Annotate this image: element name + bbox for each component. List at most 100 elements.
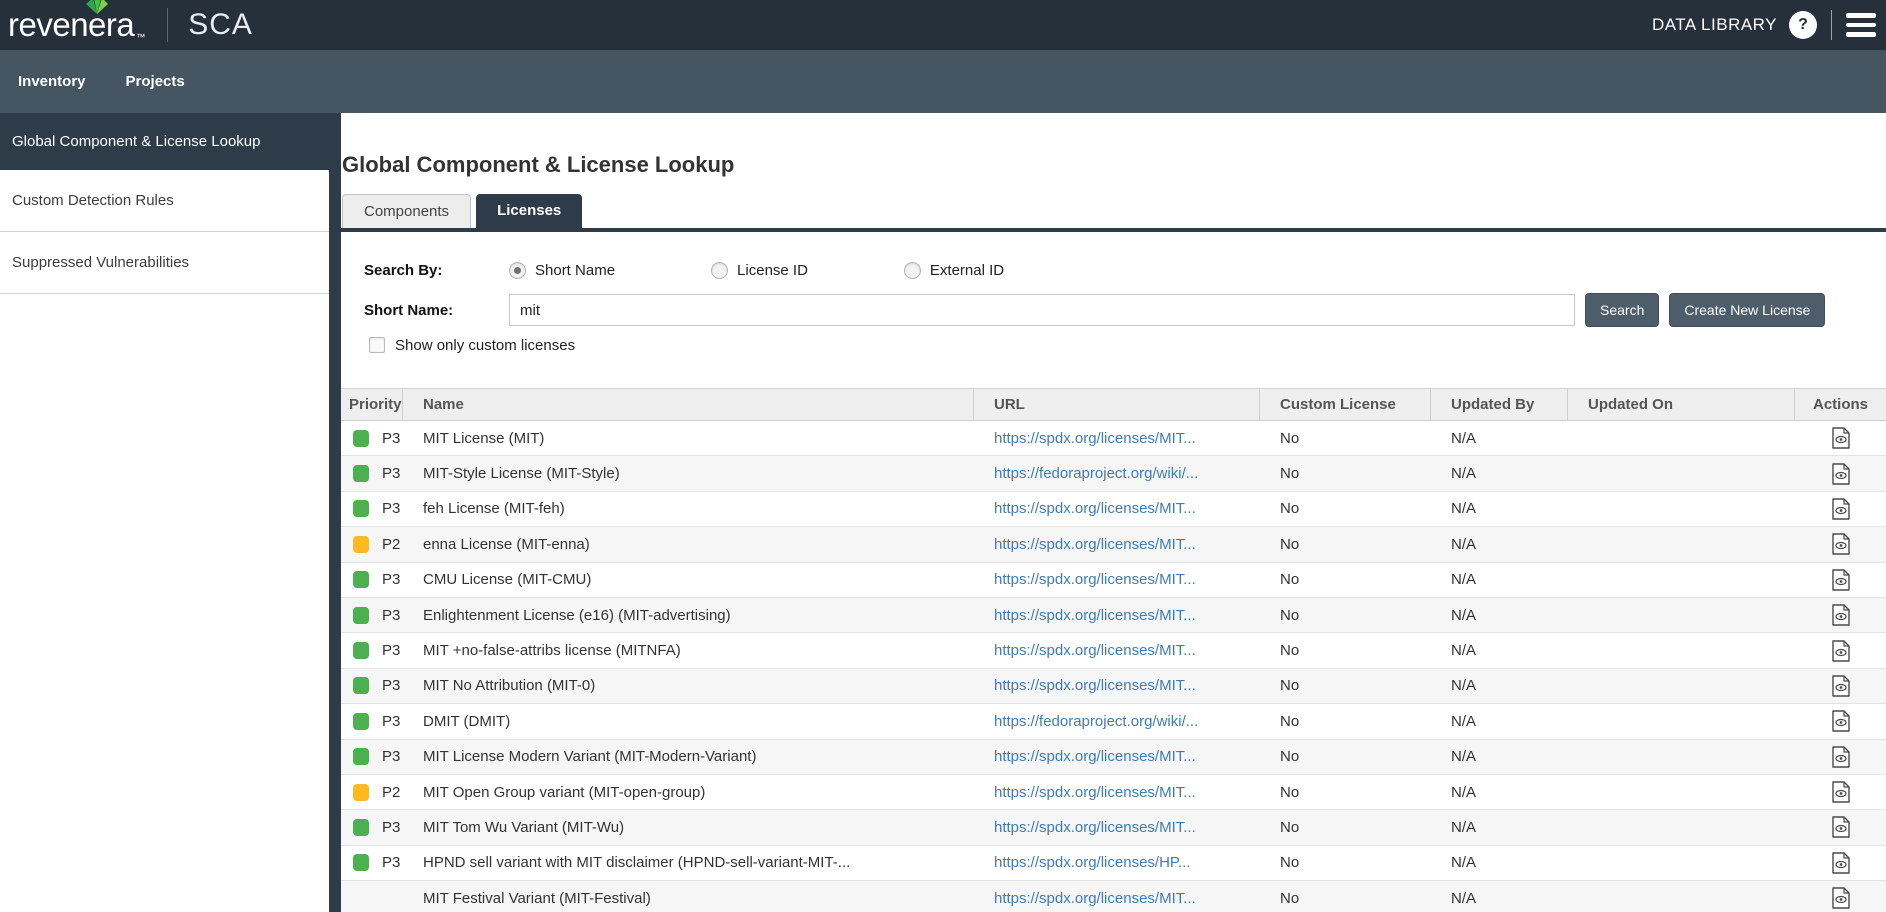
updated-by-cell: N/A [1431, 819, 1568, 836]
tab-licenses[interactable]: Licenses [476, 194, 582, 228]
updated-by-cell: N/A [1431, 890, 1568, 907]
search-button[interactable]: Search [1585, 293, 1659, 327]
priority-badge [353, 819, 369, 836]
show-only-custom-checkbox[interactable] [369, 337, 385, 353]
custom-license-cell: No [1260, 890, 1431, 907]
topbar-divider [1831, 10, 1832, 40]
column-header-name: Name [403, 389, 974, 420]
view-license-icon[interactable] [1832, 710, 1850, 732]
data-library-link[interactable]: DATA LIBRARY [1652, 15, 1777, 35]
radio-circle-icon[interactable] [904, 262, 921, 279]
view-license-icon[interactable] [1832, 533, 1850, 555]
license-url-link[interactable]: https://spdx.org/licenses/MIT... [994, 500, 1196, 517]
main-nav: Inventory Projects [0, 50, 1886, 113]
url-cell: https://spdx.org/licenses/MIT... [974, 500, 1260, 517]
view-license-icon[interactable] [1832, 887, 1850, 909]
view-license-icon[interactable] [1832, 427, 1850, 449]
table-row: P3MIT +no-false-attribs license (MITNFA)… [341, 633, 1886, 668]
licenses-table: PriorityNameURLCustom LicenseUpdated ByU… [341, 388, 1886, 912]
license-url-link[interactable]: https://spdx.org/licenses/MIT... [994, 784, 1196, 801]
view-license-icon[interactable] [1832, 675, 1850, 697]
actions-cell [1795, 640, 1886, 662]
nav-item-inventory[interactable]: Inventory [18, 73, 86, 90]
view-license-icon[interactable] [1832, 852, 1850, 874]
url-cell: https://spdx.org/licenses/MIT... [974, 890, 1260, 907]
url-cell: https://fedoraproject.org/wiki/... [974, 465, 1260, 482]
priority-cell: P3 [341, 430, 403, 447]
license-url-link[interactable]: https://spdx.org/licenses/MIT... [994, 571, 1196, 588]
table-row: P2enna License (MIT-enna)https://spdx.or… [341, 527, 1886, 562]
view-license-icon[interactable] [1832, 781, 1850, 803]
license-url-link[interactable]: https://spdx.org/licenses/MIT... [994, 642, 1196, 659]
revenera-logo: revenera ™ [8, 2, 145, 48]
actions-cell [1795, 675, 1886, 697]
nav-item-projects[interactable]: Projects [126, 73, 185, 90]
radio-circle-icon[interactable] [711, 262, 728, 279]
view-license-icon[interactable] [1832, 463, 1850, 485]
view-license-icon[interactable] [1832, 604, 1850, 626]
table-row: P2MIT Open Group variant (MIT-open-group… [341, 775, 1886, 810]
tab-bar: ComponentsLicenses [341, 194, 1886, 228]
help-icon[interactable]: ? [1789, 11, 1817, 39]
table-row: P3CMU License (MIT-CMU)https://spdx.org/… [341, 563, 1886, 598]
radio-external-id[interactable]: External ID [904, 262, 1004, 279]
table-row: P3DMIT (DMIT)https://fedoraproject.org/w… [341, 704, 1886, 739]
priority-badge [353, 677, 369, 694]
table-row: P3MIT License Modern Variant (MIT-Modern… [341, 740, 1886, 775]
column-header-priority: Priority [341, 389, 403, 420]
priority-cell: P3 [341, 642, 403, 659]
url-cell: https://spdx.org/licenses/MIT... [974, 677, 1260, 694]
license-url-link[interactable]: https://spdx.org/licenses/MIT... [994, 890, 1196, 907]
search-by-radios: Short Name License ID External ID [509, 262, 1100, 279]
updated-by-cell: N/A [1431, 571, 1568, 588]
short-name-input[interactable] [509, 294, 1575, 326]
license-url-link[interactable]: https://spdx.org/licenses/MIT... [994, 607, 1196, 624]
actions-cell [1795, 533, 1886, 555]
license-url-link[interactable]: https://spdx.org/licenses/MIT... [994, 819, 1196, 836]
sidebar-item-custom-detection-rules[interactable]: Custom Detection Rules [0, 170, 329, 232]
priority-label: P3 [382, 713, 400, 730]
custom-license-cell: No [1260, 500, 1431, 517]
license-name-cell: MIT Open Group variant (MIT-open-group) [403, 784, 974, 801]
license-name-cell: feh License (MIT-feh) [403, 500, 974, 517]
radio-license-id[interactable]: License ID [711, 262, 808, 279]
create-new-license-button[interactable]: Create New License [1669, 293, 1825, 327]
custom-license-cell: No [1260, 784, 1431, 801]
view-license-icon[interactable] [1832, 746, 1850, 768]
radio-circle-icon[interactable] [509, 262, 526, 279]
view-license-icon[interactable] [1832, 640, 1850, 662]
url-cell: https://spdx.org/licenses/MIT... [974, 430, 1260, 447]
view-license-icon[interactable] [1832, 498, 1850, 520]
priority-label: P3 [382, 465, 400, 482]
updated-by-cell: N/A [1431, 642, 1568, 659]
license-name-cell: HPND sell variant with MIT disclaimer (H… [403, 854, 974, 871]
radio-short-name[interactable]: Short Name [509, 262, 615, 279]
license-url-link[interactable]: https://spdx.org/licenses/MIT... [994, 430, 1196, 447]
priority-label: P3 [382, 819, 400, 836]
license-url-link[interactable]: https://spdx.org/licenses/MIT... [994, 536, 1196, 553]
priority-badge [353, 607, 369, 624]
updated-by-cell: N/A [1431, 465, 1568, 482]
top-header: revenera ™ SCA DATA LIBRARY ? [0, 0, 1886, 50]
search-by-label: Search By: [364, 262, 509, 279]
tab-underline [341, 228, 1886, 232]
table-row: MIT Festival Variant (MIT-Festival) https… [341, 881, 1886, 912]
license-name-cell: enna License (MIT-enna) [403, 536, 974, 553]
view-license-icon[interactable] [1832, 569, 1850, 591]
view-license-icon[interactable] [1832, 816, 1850, 838]
priority-badge [353, 571, 369, 588]
table-body: P3MIT License (MIT)https://spdx.org/lice… [341, 421, 1886, 912]
license-url-link[interactable]: https://fedoraproject.org/wiki/... [994, 713, 1198, 730]
menu-icon[interactable] [1846, 9, 1876, 41]
priority-cell: P3 [341, 748, 403, 765]
license-name-cell: MIT Festival Variant (MIT-Festival) [403, 890, 974, 907]
license-url-link[interactable]: https://fedoraproject.org/wiki/... [994, 465, 1198, 482]
url-cell: https://fedoraproject.org/wiki/... [974, 713, 1260, 730]
sidebar-item-global-component-license-lookup[interactable]: Global Component & License Lookup [0, 113, 329, 170]
license-name-cell: MIT Tom Wu Variant (MIT-Wu) [403, 819, 974, 836]
tab-components[interactable]: Components [342, 194, 471, 228]
sidebar-item-suppressed-vulnerabilities[interactable]: Suppressed Vulnerabilities [0, 232, 329, 294]
license-url-link[interactable]: https://spdx.org/licenses/MIT... [994, 748, 1196, 765]
license-url-link[interactable]: https://spdx.org/licenses/HP... [994, 854, 1191, 871]
license-url-link[interactable]: https://spdx.org/licenses/MIT... [994, 677, 1196, 694]
